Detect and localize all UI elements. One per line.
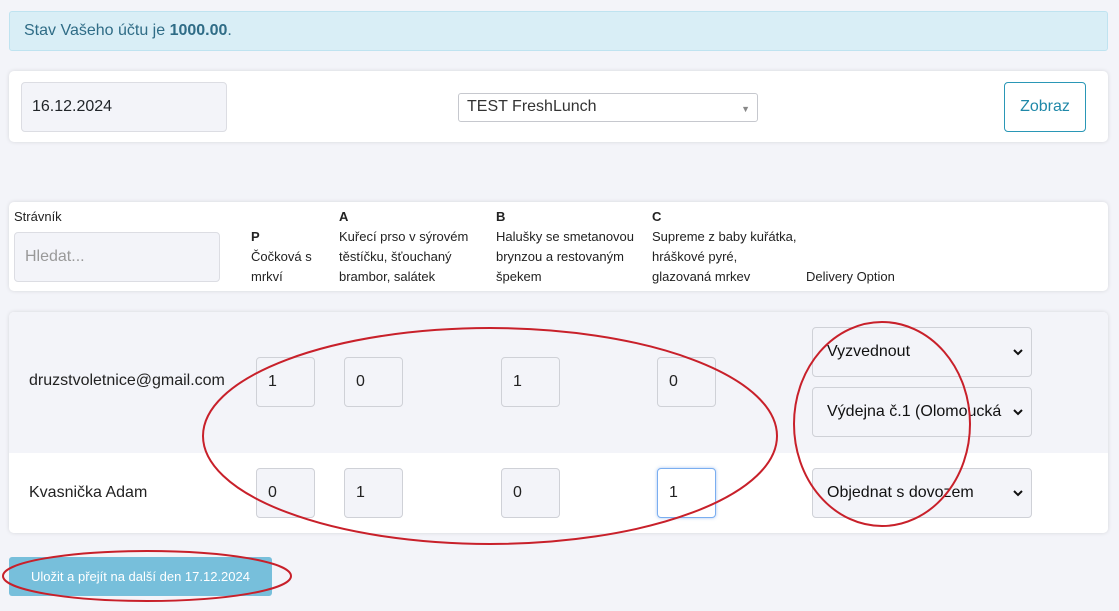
meal-name: Kuřecí prso v sýrovém těstíčku, šťouchan…: [339, 229, 469, 284]
pickup-point-select[interactable]: Výdejna č.1 (Olomoucká: [812, 387, 1032, 437]
delivery-select[interactable]: Objednat s dovozem: [812, 468, 1032, 518]
restaurant-select[interactable]: TEST FreshLunch ▼: [458, 93, 758, 122]
alert-suffix: .: [227, 22, 232, 39]
meal-name: Čočková s mrkví: [251, 249, 312, 284]
restaurant-select-value: TEST FreshLunch: [467, 98, 597, 115]
quantity-input-b[interactable]: 0: [501, 468, 560, 518]
diner-search-input[interactable]: Hledat...: [14, 232, 220, 282]
account-balance-alert: Stav Vašeho účtu je 1000.00.: [9, 11, 1108, 51]
balance-value: 1000.00: [169, 22, 228, 39]
meal-code: P: [251, 229, 260, 244]
meal-code: C: [652, 209, 662, 224]
quantity-input-a[interactable]: 1: [344, 468, 403, 518]
meal-header-a: A Kuřecí prso v sýrovém těstíčku, šťouch…: [339, 207, 487, 287]
chevron-down-icon: [1013, 349, 1023, 356]
dropdown-arrow-icon: ▼: [741, 104, 750, 114]
meal-code: A: [339, 209, 349, 224]
meal-name: Supreme z baby kuřátka, hráškové pyré, g…: [652, 229, 797, 284]
chevron-down-icon: [1011, 405, 1025, 419]
meal-header-c: C Supreme z baby kuřátka, hráškové pyré,…: [652, 207, 800, 287]
show-button[interactable]: Zobraz: [1004, 82, 1086, 132]
delivery-option-label: Delivery Option: [806, 269, 895, 284]
diner-column-label: Strávník: [14, 209, 62, 224]
date-input[interactable]: 16.12.2024: [21, 82, 227, 132]
delivery-select-value: Vyzvednout: [827, 343, 911, 360]
diner-name: Kvasnička Adam: [29, 484, 148, 501]
table-row: Kvasnička Adam 0 1 0 1 Objednat s dovoze…: [9, 453, 1108, 533]
quantity-input-p[interactable]: 1: [256, 357, 315, 407]
delivery-select-value: Objednat s dovozem: [827, 484, 974, 501]
meal-header-p: P Čočková s mrkví: [251, 227, 325, 287]
quantity-input-b[interactable]: 1: [501, 357, 560, 407]
quantity-input-p[interactable]: 0: [256, 468, 315, 518]
chevron-down-icon: [1013, 490, 1023, 497]
orders-table: druzstvoletnice@gmail.com 1 0 1 0 Vyzved…: [9, 312, 1108, 533]
alert-text: Stav Vašeho účtu je: [24, 22, 170, 39]
diner-name: druzstvoletnice@gmail.com: [29, 372, 225, 389]
quantity-input-a[interactable]: 0: [344, 357, 403, 407]
meal-name: Halušky se smetanovou brynzou a restovan…: [496, 229, 635, 284]
menu-header: Strávník Hledat... P Čočková s mrkví A K…: [9, 202, 1108, 291]
meal-code: B: [496, 209, 506, 224]
table-row: druzstvoletnice@gmail.com 1 0 1 0 Vyzved…: [9, 312, 1108, 453]
meal-header-b: B Halušky se smetanovou brynzou a restov…: [496, 207, 642, 287]
quantity-input-c[interactable]: 1: [657, 468, 716, 518]
save-and-next-day-button[interactable]: Uložit a přejít na další den 17.12.2024: [9, 557, 272, 596]
pickup-point-value: Výdejna č.1 (Olomoucká: [827, 403, 1002, 420]
filter-panel: 16.12.2024 TEST FreshLunch ▼ Zobraz: [9, 71, 1108, 142]
delivery-select[interactable]: Vyzvednout: [812, 327, 1032, 377]
quantity-input-c[interactable]: 0: [657, 357, 716, 407]
